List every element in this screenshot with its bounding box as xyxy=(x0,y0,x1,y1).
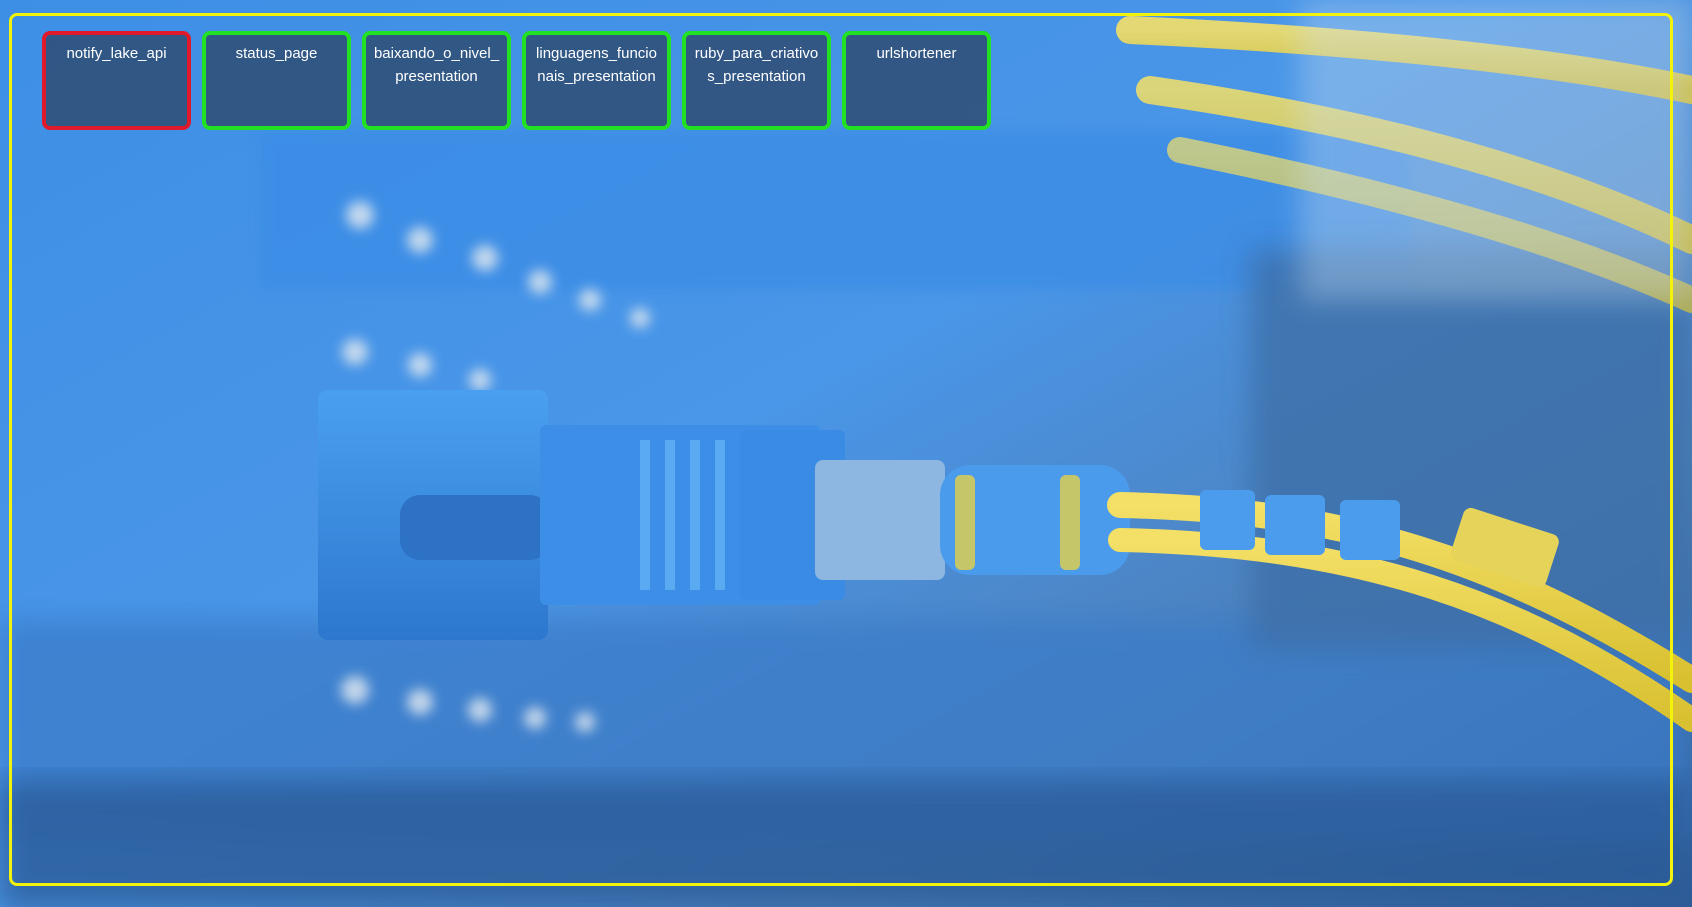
service-tile-notify-lake-api[interactable]: notify_lake_api xyxy=(42,31,191,130)
service-tile-label: status_page xyxy=(235,45,318,62)
service-tile-urlshortener[interactable]: urlshortener xyxy=(842,31,991,130)
dashboard-frame xyxy=(9,13,1673,886)
service-tile-ruby-para-criativos-presentation[interactable]: ruby_para_criativos_presentation xyxy=(682,31,831,130)
service-tile-label: notify_lake_api xyxy=(66,45,167,62)
service-tile-status-page[interactable]: status_page xyxy=(202,31,351,130)
service-tile-baixando-o-nivel-presentation[interactable]: baixando_o_nivel_presentation xyxy=(362,31,511,130)
service-tile-label: urlshortener xyxy=(876,45,957,62)
service-tile-label: linguagens_funcionais_presentation xyxy=(536,45,657,85)
service-tile-list: notify_lake_api status_page baixando_o_n… xyxy=(42,31,991,130)
service-tile-linguagens-funcionais-presentation[interactable]: linguagens_funcionais_presentation xyxy=(522,31,671,130)
dashboard-stage: notify_lake_api status_page baixando_o_n… xyxy=(0,0,1692,907)
service-tile-label: ruby_para_criativos_presentation xyxy=(694,45,819,85)
service-tile-label: baixando_o_nivel_presentation xyxy=(373,45,500,85)
